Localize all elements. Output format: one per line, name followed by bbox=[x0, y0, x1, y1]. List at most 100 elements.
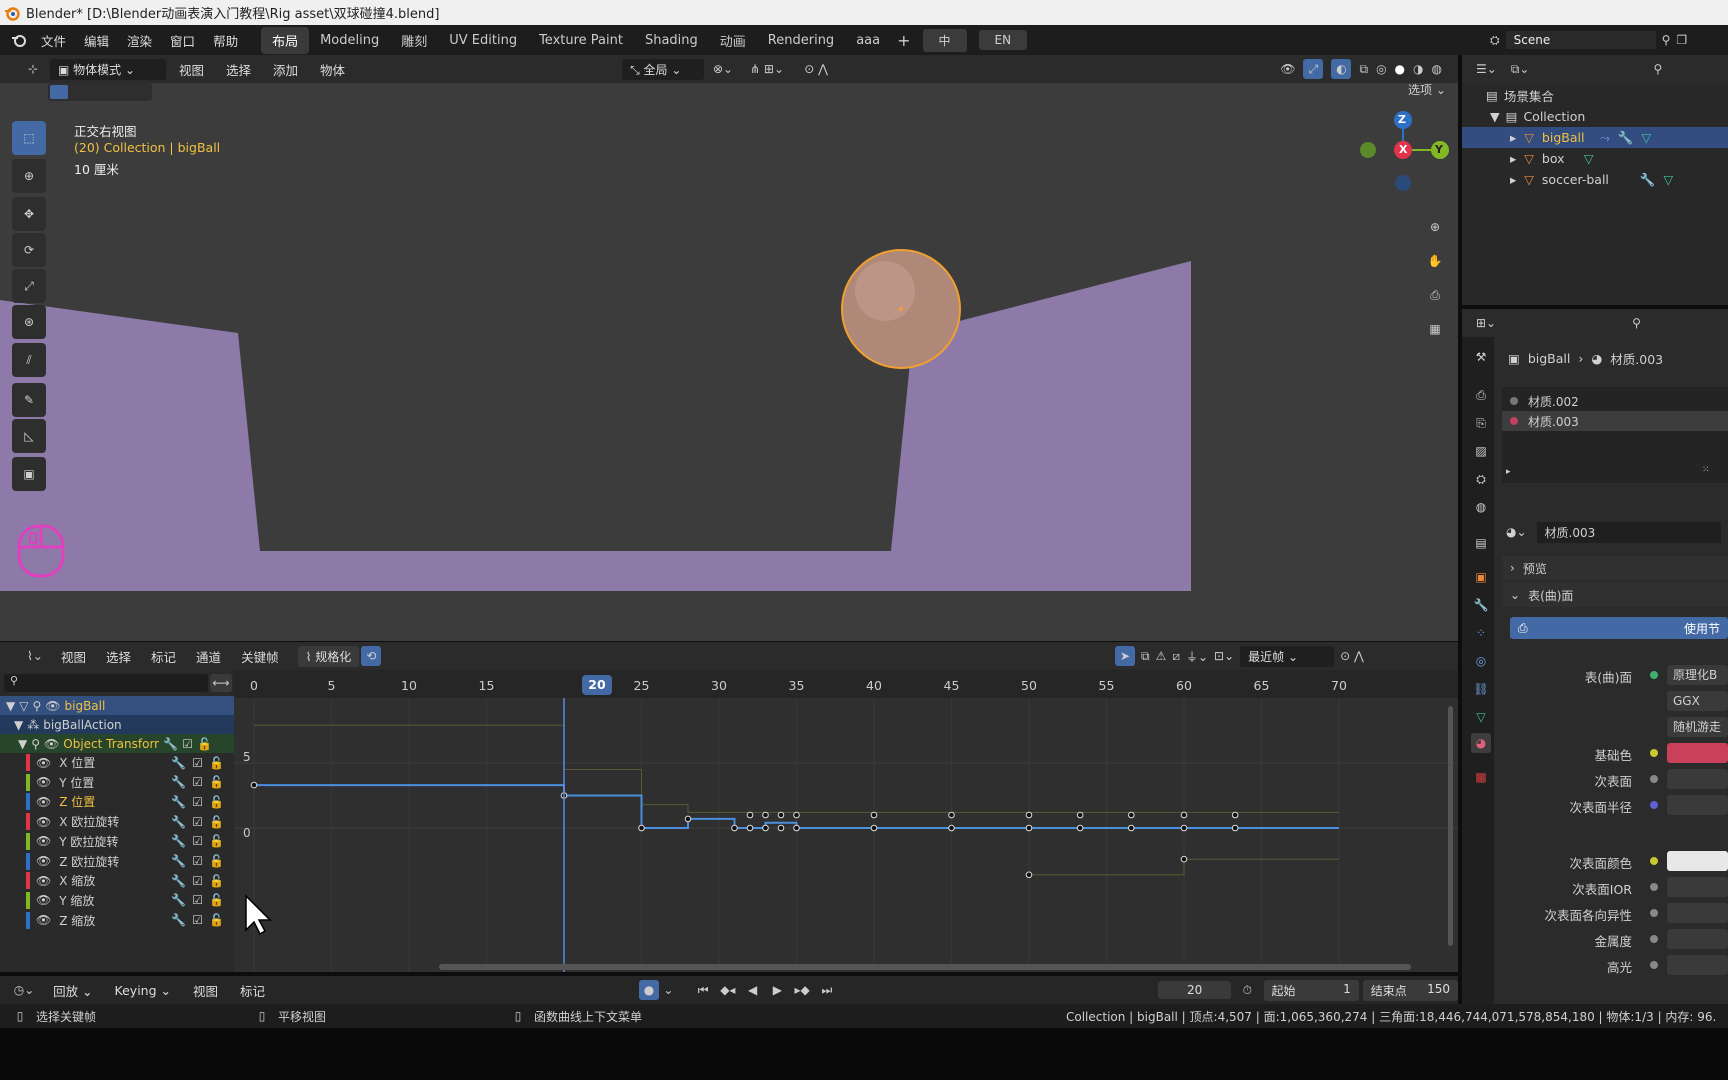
slot-list-expand-icon[interactable]: ▸ bbox=[1506, 467, 1511, 477]
lang-zh-button[interactable]: 中 bbox=[922, 28, 967, 52]
scale-tool-icon[interactable]: ⤢ bbox=[12, 269, 46, 303]
viewport-area[interactable]: 正交右视图 (20) Collection | bigBall 10 厘米 选项… bbox=[0, 83, 1458, 641]
material-name-field[interactable]: 材质.003 bbox=[1536, 521, 1721, 543]
channel-row[interactable]: 👁 Y 缩放 🔧 ☑ 🔓 bbox=[0, 891, 234, 910]
expand-icon[interactable]: ▼ bbox=[6, 699, 15, 713]
display-mode-icon[interactable]: ⧉⌄ bbox=[1511, 62, 1530, 77]
channel-row[interactable]: 👁 X 缩放 🔧 ☑ 🔓 bbox=[0, 871, 234, 890]
transform-orientation-dropdown[interactable]: ⤡ 全局 ⌄ bbox=[622, 58, 705, 80]
socket-icon[interactable] bbox=[1650, 775, 1658, 783]
property-field[interactable] bbox=[1667, 929, 1728, 949]
new-scene-icon[interactable]: ❐ bbox=[1676, 33, 1687, 47]
pivot-point-icon[interactable]: ⊡⌄ bbox=[1214, 649, 1234, 663]
channel-action-row[interactable]: ▼ ⁂ bigBallAction bbox=[0, 715, 234, 734]
menu-file[interactable]: 文件 bbox=[32, 31, 75, 50]
keyframe-point[interactable] bbox=[870, 811, 878, 819]
graph-menu-key[interactable]: 关键帧 bbox=[232, 647, 288, 666]
eye-icon[interactable]: 👁 bbox=[36, 854, 51, 868]
property-field[interactable]: 随机游走 bbox=[1667, 717, 1728, 737]
modifier-icon[interactable]: 🔧 bbox=[171, 775, 186, 789]
keyframe-point[interactable] bbox=[1076, 811, 1084, 819]
material-slot-list[interactable]: 材质.002 材质.003 ▸ ⁙ bbox=[1502, 387, 1728, 483]
checkbox-icon[interactable]: ☑ bbox=[192, 775, 203, 789]
overlay-toggle-icon[interactable]: ◐ bbox=[1331, 59, 1352, 79]
lock-icon[interactable]: 🔓 bbox=[209, 893, 224, 907]
modifier-icon[interactable]: 🔧 bbox=[171, 756, 186, 770]
checkbox-icon[interactable]: ☑ bbox=[192, 854, 203, 868]
eye-icon[interactable]: 👁 bbox=[44, 737, 59, 751]
record-options-icon[interactable]: ⌄ bbox=[663, 983, 673, 997]
options-dropdown[interactable]: 选项 ⌄ bbox=[1408, 83, 1446, 98]
checkbox-icon[interactable]: ☑ bbox=[192, 834, 203, 848]
proportional-icon[interactable]: ⊙ ⋀ bbox=[796, 62, 836, 76]
material-slot-item-active[interactable]: 材质.003 bbox=[1502, 411, 1728, 431]
channel-row[interactable]: 👁 Z 欧拉旋转 🔧 ☑ 🔓 bbox=[0, 852, 234, 871]
keyframe-point[interactable] bbox=[746, 811, 754, 819]
keyframe-point[interactable] bbox=[1180, 855, 1188, 863]
checkbox-icon[interactable]: ☑ bbox=[192, 795, 203, 809]
horizontal-scrollbar[interactable] bbox=[439, 964, 1411, 970]
keyframe-point[interactable] bbox=[1025, 811, 1033, 819]
measure-tool-icon[interactable]: ◺ bbox=[12, 419, 46, 453]
viewport-menu-view[interactable]: 视图 bbox=[170, 60, 213, 79]
pin-icon[interactable]: ⚲ bbox=[32, 699, 41, 713]
particles-tab-icon[interactable]: ⁘ bbox=[1471, 623, 1491, 643]
expand-icon[interactable]: ▼ bbox=[14, 718, 23, 732]
cursor-tool-icon[interactable]: ⊕ bbox=[12, 159, 46, 193]
pan-hand-icon[interactable]: ✋ bbox=[1424, 250, 1446, 272]
constraints-tab-icon[interactable]: ⛓ bbox=[1471, 679, 1491, 699]
pivot-icon[interactable]: ⊗⌄ bbox=[708, 62, 738, 76]
only-selected-icon[interactable]: ➤ bbox=[1115, 646, 1135, 666]
gizmo-toggle-icon[interactable]: ⤢ bbox=[1303, 59, 1324, 79]
current-frame-marker[interactable]: 20 bbox=[582, 675, 612, 695]
grease-pencil-tool-icon[interactable]: ⫽ bbox=[12, 343, 46, 377]
keyframe-point[interactable] bbox=[948, 811, 955, 819]
tab-modeling[interactable]: Modeling bbox=[309, 29, 390, 52]
socket-icon[interactable] bbox=[1650, 909, 1658, 917]
lock-icon[interactable]: 🔓 bbox=[209, 854, 224, 868]
keyframe-point[interactable] bbox=[762, 811, 769, 819]
lock-icon[interactable]: 🔓 bbox=[209, 756, 224, 770]
menu-render[interactable]: 渲染 bbox=[118, 31, 161, 50]
show-hidden-icon[interactable]: ⧉ bbox=[1141, 649, 1150, 664]
channel-object-row[interactable]: ▼ ▽ ⚲ 👁 bigBall bbox=[0, 696, 234, 715]
playback-menu[interactable]: 回放 ⌄ bbox=[44, 981, 101, 1000]
modifier-tab-icon[interactable]: 🔧 bbox=[1471, 595, 1491, 615]
tab-animation[interactable]: 动画 bbox=[709, 27, 757, 54]
physics-tab-icon[interactable]: ◎ bbox=[1471, 651, 1491, 671]
modifier-icon[interactable]: 🔧 bbox=[171, 795, 186, 809]
expand-icon[interactable]: ▸ bbox=[1510, 151, 1516, 166]
add-workspace-button[interactable]: + bbox=[891, 31, 916, 50]
lock-icon[interactable]: 🔓 bbox=[209, 795, 224, 809]
menu-edit[interactable]: 编辑 bbox=[75, 31, 118, 50]
use-nodes-button[interactable]: ⎙ 使用节 bbox=[1510, 617, 1728, 639]
menu-help[interactable]: 帮助 bbox=[204, 31, 247, 50]
snap-icon[interactable]: ⋔ ⊞⌄ bbox=[742, 62, 792, 76]
modifier-icon[interactable]: 🔧 bbox=[171, 854, 186, 868]
eye-icon[interactable]: 👁 bbox=[36, 775, 51, 789]
editor-type-icon[interactable]: ⊹ bbox=[20, 62, 46, 76]
modifier-icon[interactable]: 🔧 bbox=[171, 834, 186, 848]
keying-menu[interactable]: Keying ⌄ bbox=[106, 983, 180, 998]
graph-menu-select[interactable]: 选择 bbox=[97, 647, 140, 666]
outliner-type-icon[interactable]: ☰⌄ bbox=[1476, 62, 1497, 76]
property-field[interactable] bbox=[1667, 851, 1728, 871]
socket-icon[interactable] bbox=[1650, 801, 1658, 809]
material-tab-icon[interactable]: ◕ bbox=[1471, 733, 1491, 753]
stopwatch-icon[interactable]: ⏱ bbox=[1235, 983, 1260, 998]
channel-row[interactable]: 👁 Y 欧拉旋转 🔧 ☑ 🔓 bbox=[0, 832, 234, 851]
lock-icon[interactable]: 🔓 bbox=[209, 815, 224, 829]
keyframe-point[interactable] bbox=[1231, 811, 1239, 819]
property-field[interactable]: GGX bbox=[1667, 691, 1728, 711]
socket-icon[interactable] bbox=[1650, 671, 1658, 679]
fcurve-canvas[interactable] bbox=[234, 670, 1458, 972]
keyframe-point[interactable] bbox=[1180, 824, 1188, 832]
surface-panel-header[interactable]: ⌄ 表(曲)面 bbox=[1502, 583, 1728, 607]
channel-row[interactable]: 👁 Y 位置 🔧 ☑ 🔓 bbox=[0, 773, 234, 792]
tool-tab-icon[interactable]: ⚒ bbox=[1471, 347, 1491, 367]
scene-selector[interactable]: ⛭ Scene ⚲ ❐ bbox=[1490, 29, 1728, 51]
only-errors-icon[interactable]: ⚠ bbox=[1156, 649, 1167, 663]
grid-view-icon[interactable]: ▦ bbox=[1424, 318, 1446, 340]
socket-icon[interactable] bbox=[1650, 961, 1658, 969]
add-cube-tool-icon[interactable]: ▣ bbox=[12, 457, 46, 491]
